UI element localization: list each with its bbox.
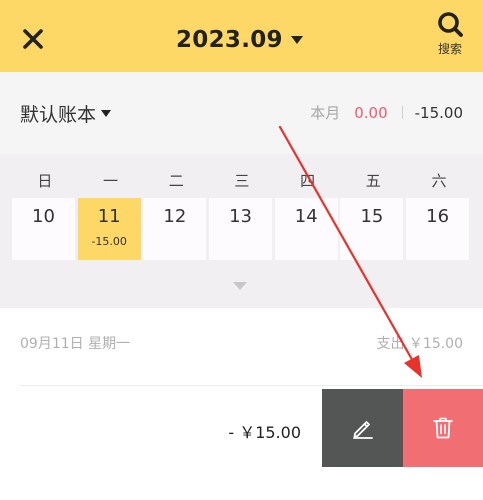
day-cell[interactable]: 12: [143, 198, 207, 260]
caret-down-icon: [290, 36, 303, 44]
day-cell-selected[interactable]: 11 -15.00: [77, 198, 141, 260]
record-amount: - ￥15.00: [228, 423, 301, 442]
edit-button[interactable]: [322, 389, 403, 467]
day-cell[interactable]: 14: [274, 198, 338, 260]
month-label: 本月: [310, 104, 341, 122]
day-number: 16: [426, 206, 450, 227]
day-number: 12: [163, 206, 187, 227]
page-title: 2023.09: [176, 27, 283, 53]
search-label: 搜索: [437, 42, 462, 56]
day-number: 10: [32, 206, 55, 227]
month-summary: 本月 0.00 -15.00: [310, 102, 463, 123]
day-amount: -15.00: [91, 235, 127, 248]
day-number: 11: [97, 206, 121, 227]
weekday-label: 六: [431, 172, 447, 190]
day-date: 09月11日 星期一: [20, 336, 131, 352]
book-selector[interactable]: 默认账本: [20, 100, 112, 127]
month-selector[interactable]: 2023.09: [176, 22, 303, 58]
pencil-icon: [352, 421, 373, 439]
divider: [20, 385, 483, 386]
delete-button[interactable]: [403, 389, 483, 467]
record-row[interactable]: - ￥15.00: [0, 389, 483, 467]
day-summary-bar: 09月11日 星期一 支出 ￥15.00: [0, 308, 483, 378]
divider: [401, 106, 403, 119]
week-calendar: 日 一 二 三 四 五 六 10 11 -15.00 12 13 14 15 1…: [0, 154, 483, 308]
close-button[interactable]: [16, 22, 50, 56]
weekday-label: 四: [300, 172, 316, 190]
day-number: 13: [229, 206, 253, 227]
trash-icon: [433, 417, 453, 439]
day-cell[interactable]: 15: [340, 198, 404, 260]
search-icon: [438, 12, 463, 37]
day-cells: 10 11 -15.00 12 13 14 15 16: [12, 198, 470, 260]
weekday-label: 日: [37, 172, 53, 190]
search-button[interactable]: 搜索: [428, 10, 472, 66]
month-expense: -15.00: [414, 103, 463, 122]
day-number: 14: [294, 206, 318, 227]
day-cell[interactable]: 13: [209, 198, 273, 260]
weekday-header: 日 一 二 三 四 五 六: [12, 170, 472, 191]
month-income: 0.00: [354, 103, 388, 122]
day-cell[interactable]: 16: [406, 198, 470, 260]
expand-calendar-icon[interactable]: [233, 282, 247, 290]
close-icon: [23, 29, 43, 49]
book-name: 默认账本: [20, 104, 97, 126]
book-bar: 默认账本 本月 0.00 -15.00: [0, 72, 483, 154]
weekday-label: 五: [365, 172, 381, 190]
day-number: 15: [360, 206, 384, 227]
caret-down-icon: [101, 110, 112, 117]
day-cell[interactable]: 10: [12, 198, 75, 260]
top-bar: 2023.09 搜索: [0, 0, 483, 72]
weekday-label: 三: [234, 172, 250, 190]
weekday-label: 二: [168, 172, 184, 190]
weekday-label: 一: [103, 172, 119, 190]
day-total: 支出 ￥15.00: [376, 336, 463, 352]
